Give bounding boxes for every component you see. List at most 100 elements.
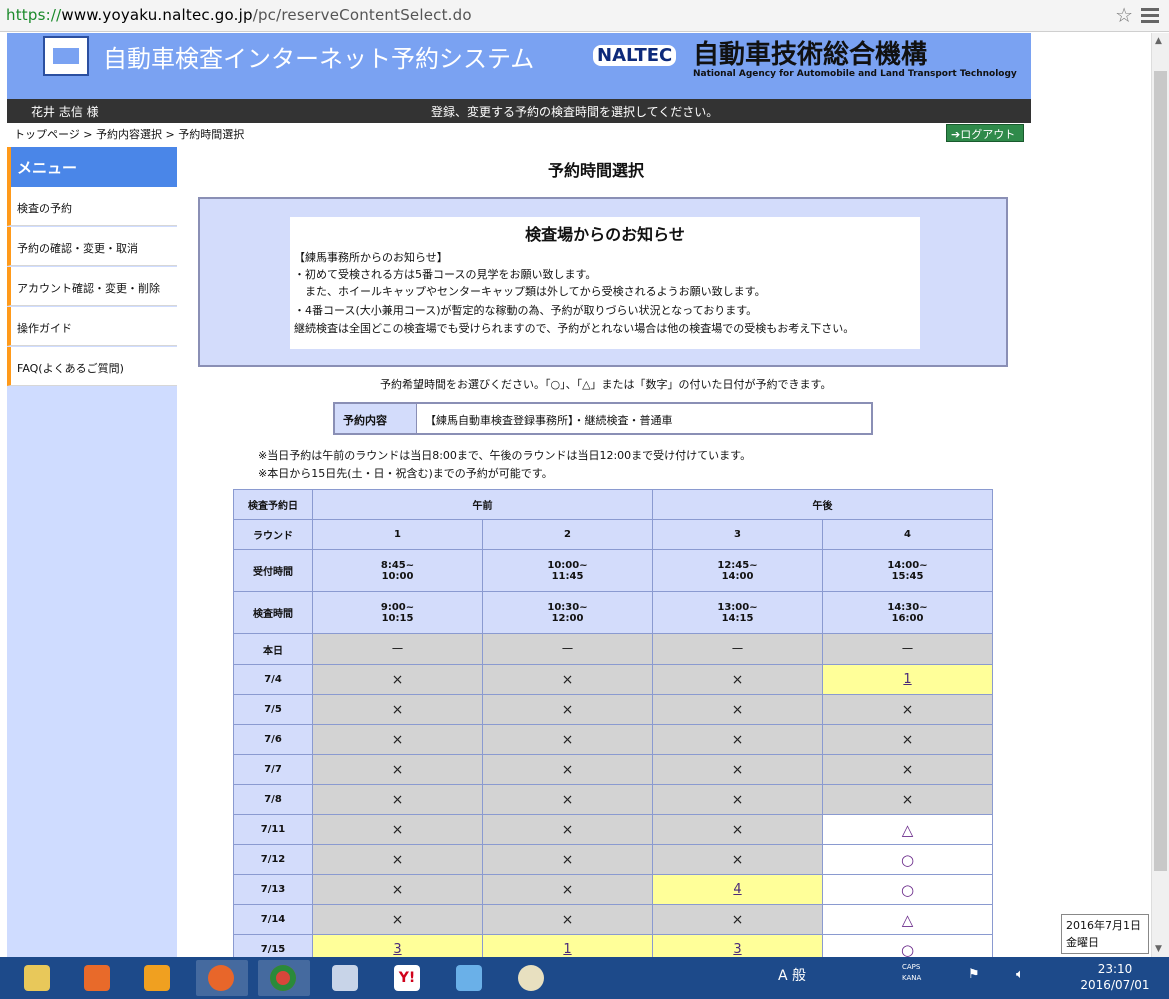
round-number: 2 bbox=[482, 519, 653, 550]
round-number: 4 bbox=[822, 519, 993, 550]
file-explorer-icon[interactable] bbox=[12, 960, 64, 996]
taskbar-clock[interactable]: 23:10 2016/07/01 bbox=[1070, 961, 1160, 993]
slot-cell: × bbox=[482, 844, 653, 875]
row-date: 7/4 bbox=[233, 664, 313, 695]
slot-unavailable-mark: － bbox=[730, 642, 745, 658]
header-round: ラウンド bbox=[233, 519, 313, 550]
slot-cell: × bbox=[482, 724, 653, 755]
kana-indicator: KANA bbox=[902, 974, 922, 982]
reception-time: 8:45~ 10:00 bbox=[312, 549, 483, 592]
vertical-scrollbar[interactable]: ▲ ▼ bbox=[1151, 33, 1169, 957]
volume-icon[interactable]: 🔈︎ bbox=[1016, 967, 1024, 982]
time-end: 15:45 bbox=[891, 570, 924, 582]
scroll-up-icon[interactable]: ▲ bbox=[1155, 36, 1162, 46]
slot-unavailable-mark: × bbox=[391, 881, 404, 898]
yahoo-icon[interactable]: Y! bbox=[382, 960, 434, 996]
slot-unavailable-mark: × bbox=[391, 911, 404, 928]
media-player-icon[interactable] bbox=[72, 960, 124, 996]
slot-available-mark[interactable]: △ bbox=[902, 911, 914, 929]
user-bar: 花井 志信 様 登録、変更する予約の検査時間を選択してください。 bbox=[7, 99, 1031, 123]
car-logo-icon bbox=[43, 36, 89, 76]
scroll-thumb[interactable] bbox=[1154, 71, 1167, 871]
flag-icon[interactable]: ⚑ bbox=[968, 967, 980, 982]
header-pm: 午後 bbox=[652, 489, 993, 520]
slot-available-mark[interactable]: ○ bbox=[901, 941, 914, 958]
time-end: 14:15 bbox=[721, 612, 754, 624]
slot-cell: × bbox=[312, 694, 483, 725]
notice-line: ・初めて受検される方は5番コースの見学をお願い致します。 bbox=[294, 268, 597, 281]
slot-cell: － bbox=[312, 633, 483, 665]
chrome-icon[interactable] bbox=[258, 960, 310, 996]
paint-icon[interactable] bbox=[506, 960, 558, 996]
slot-unavailable-mark: × bbox=[561, 791, 574, 808]
slot-available-mark[interactable]: △ bbox=[902, 821, 914, 839]
sidebar-item-account[interactable]: アカウント確認・変更・削除 bbox=[7, 267, 177, 306]
scroll-down-icon[interactable]: ▼ bbox=[1155, 944, 1162, 954]
time-end: 16:00 bbox=[891, 612, 924, 624]
slot-cell[interactable]: ○ bbox=[822, 874, 993, 905]
time-end: 10:15 bbox=[381, 612, 414, 624]
slot-unavailable-mark: × bbox=[391, 671, 404, 688]
slot-cell[interactable]: 3 bbox=[312, 934, 483, 957]
slot-count-link[interactable]: 4 bbox=[733, 882, 741, 897]
slot-cell: × bbox=[822, 754, 993, 785]
url-field[interactable]: https://www.yoyaku.naltec.go.jp/pc/reser… bbox=[6, 6, 472, 24]
slot-available-mark[interactable]: ○ bbox=[901, 881, 914, 899]
slot-cell[interactable]: 4 bbox=[652, 874, 823, 905]
slot-cell: × bbox=[482, 664, 653, 695]
logout-button[interactable]: ➔ログアウト bbox=[946, 124, 1024, 142]
sidebar-item-reservation[interactable]: 検査の予約 bbox=[7, 187, 177, 226]
slot-cell[interactable]: △ bbox=[822, 904, 993, 935]
time-start: 10:30~ bbox=[547, 601, 588, 613]
slot-count-link[interactable]: 3 bbox=[393, 942, 401, 957]
slot-count-link[interactable]: 1 bbox=[563, 942, 571, 957]
ime-mode[interactable]: A 般 bbox=[778, 965, 806, 985]
slot-unavailable-mark: × bbox=[561, 671, 574, 688]
slot-cell: － bbox=[652, 633, 823, 665]
slot-unavailable-mark: × bbox=[731, 701, 744, 718]
sidebar-item-confirm[interactable]: 予約の確認・変更・取消 bbox=[7, 227, 177, 266]
slot-cell: × bbox=[652, 844, 823, 875]
browser-menu-icon[interactable] bbox=[1141, 5, 1159, 23]
taskbar: Y! A 般 CAPS KANA ⚑ 🔈︎ 23:10 2016/07/01 bbox=[0, 957, 1169, 999]
page-instruction: 登録、変更する予約の検査時間を選択してください。 bbox=[431, 105, 719, 119]
messenger-icon[interactable] bbox=[132, 960, 184, 996]
time-end: 12:00 bbox=[551, 612, 584, 624]
notice-line: 継続検査は全国どこの検査場でも受けられますので、予約がとれない場合は他の検査場で… bbox=[294, 322, 855, 335]
slot-cell[interactable]: 1 bbox=[482, 934, 653, 957]
slot-cell: × bbox=[482, 814, 653, 845]
slot-count-link[interactable]: 1 bbox=[903, 672, 911, 687]
slot-unavailable-mark: × bbox=[391, 821, 404, 838]
firefox-icon[interactable] bbox=[196, 960, 248, 996]
slot-unavailable-mark: × bbox=[561, 851, 574, 868]
slot-cell[interactable]: ○ bbox=[822, 934, 993, 958]
breadcrumb[interactable]: トップページ > 予約内容選択 > 予約時間選択 bbox=[14, 126, 244, 142]
slot-unavailable-mark: × bbox=[561, 821, 574, 838]
slot-cell[interactable]: 3 bbox=[652, 934, 823, 957]
header-banner: 自動車検査インターネット予約システム NALTEC 自動車技術総合機構 Nati… bbox=[7, 33, 1031, 99]
menu-heading: メニュー bbox=[7, 147, 177, 187]
sidebar-item-faq[interactable]: FAQ(よくあるご質問) bbox=[7, 347, 177, 386]
caps-indicator: CAPS bbox=[902, 963, 921, 971]
slot-cell[interactable]: △ bbox=[822, 814, 993, 845]
bookmark-star-icon[interactable]: ☆ bbox=[1115, 3, 1133, 27]
slot-unavailable-mark: × bbox=[731, 821, 744, 838]
slot-cell: － bbox=[482, 633, 653, 665]
slot-cell[interactable]: ○ bbox=[822, 844, 993, 875]
slot-count-link[interactable]: 3 bbox=[733, 942, 741, 957]
slot-cell[interactable]: 1 bbox=[822, 664, 993, 695]
calculator-icon[interactable] bbox=[320, 960, 372, 996]
url-path: /pc/reserveContentSelect.do bbox=[252, 6, 472, 24]
notepad-icon[interactable] bbox=[444, 960, 496, 996]
inspection-time: 13:00~ 14:15 bbox=[652, 591, 823, 634]
slot-unavailable-mark: × bbox=[561, 701, 574, 718]
time-end: 10:00 bbox=[381, 570, 414, 582]
inspection-time: 10:30~ 12:00 bbox=[482, 591, 653, 634]
slot-unavailable-mark: × bbox=[901, 731, 914, 748]
slot-cell: × bbox=[312, 664, 483, 695]
row-date: 7/5 bbox=[233, 694, 313, 725]
sidebar-item-guide[interactable]: 操作ガイド bbox=[7, 307, 177, 346]
header-am: 午前 bbox=[312, 489, 653, 520]
inspection-time: 14:30~ 16:00 bbox=[822, 591, 993, 634]
slot-available-mark[interactable]: ○ bbox=[901, 851, 914, 869]
